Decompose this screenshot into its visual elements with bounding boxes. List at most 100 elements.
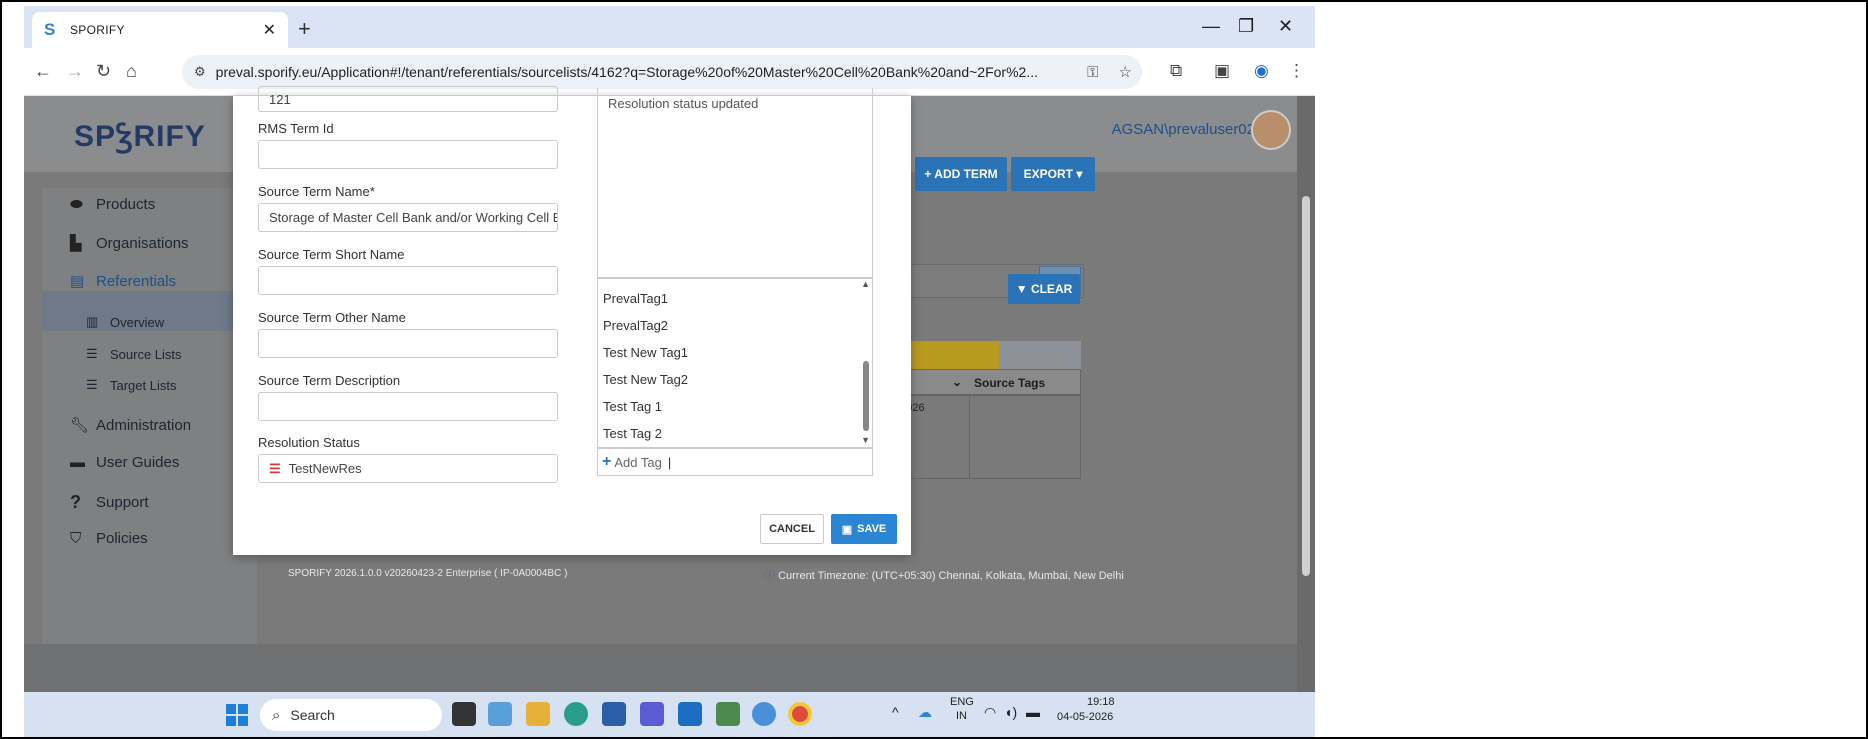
address-bar[interactable]: ⚙ preval.sporify.eu/Application#!/tenant…: [182, 55, 1142, 89]
scroll-up-icon[interactable]: ▲: [861, 279, 870, 289]
shield-icon: ⛉: [70, 530, 82, 547]
url-text: preval.sporify.eu/Application#!/tenant/r…: [215, 64, 1038, 80]
sidebar-item-user-guides[interactable]: ▬ User Guides: [70, 454, 179, 471]
site-info-icon[interactable]: ⚙: [194, 64, 206, 80]
new-tab-button[interactable]: +: [298, 16, 311, 42]
tag-item[interactable]: PrevalTag2: [603, 318, 668, 333]
lang-indicator[interactable]: ENG: [950, 696, 974, 708]
rms-term-id-label: RMS Term Id: [258, 121, 334, 136]
book-icon: ▬: [70, 454, 85, 471]
browser-tab-bar: S SPORIFY ✕ + — ❐ ✕: [24, 6, 1315, 48]
app-footer: [24, 644, 1315, 692]
add-term-button[interactable]: + ADD TERM: [915, 157, 1007, 191]
sidebar-item-administration[interactable]: 🔧︎ Administration: [70, 416, 191, 435]
window-close-icon[interactable]: ✕: [1278, 16, 1293, 37]
tray-chevron-icon[interactable]: ^: [892, 704, 899, 720]
forward-icon[interactable]: →: [66, 61, 84, 82]
restore-icon[interactable]: ❐: [1238, 16, 1254, 37]
outer-frame: S SPORIFY ✕ + — ❐ ✕ ← → ↻ ⌂ ⚙ preval.spo…: [0, 0, 1868, 739]
sidebar-item-label: User Guides: [96, 454, 180, 471]
chrome-icon[interactable]: [788, 702, 812, 726]
edge-icon[interactable]: [564, 702, 588, 726]
menu-kebab-icon[interactable]: ⋮: [1288, 61, 1305, 81]
save-button[interactable]: ▣ SAVE: [831, 514, 897, 544]
minimize-icon[interactable]: —: [1202, 16, 1220, 37]
info-icon: ⓘ: [764, 570, 779, 582]
source-term-name-label: Source Term Name*: [258, 184, 375, 199]
volume-icon[interactable]: ◖): [1004, 704, 1017, 720]
sidebar-item-label: Policies: [96, 530, 148, 547]
sidebar-subitem-overview[interactable]: ▥ Overview: [86, 314, 164, 330]
taskbar-search[interactable]: ⌕ Search: [260, 699, 442, 731]
bookmark-star-icon[interactable]: ☆: [1119, 63, 1132, 81]
tag-item[interactable]: PrevalTag1: [603, 291, 668, 306]
comment-text: Resolution status updated: [608, 96, 759, 111]
wifi-icon[interactable]: ◠: [984, 704, 996, 721]
comment-textarea[interactable]: Resolution status updated: [597, 88, 873, 278]
password-key-icon[interactable]: ⚿: [1087, 64, 1098, 81]
sporify-logo: SPꝢRIFY: [74, 120, 206, 153]
extensions-icon[interactable]: ⧉: [1170, 61, 1182, 81]
add-tag-input[interactable]: + Add Tag |: [597, 448, 873, 476]
top-field[interactable]: 121: [258, 86, 558, 112]
sidebar-subitem-label: Overview: [110, 314, 165, 330]
tag-item[interactable]: Test Tag 1: [603, 399, 662, 414]
status-bar-grey: [999, 341, 1081, 369]
sidebar-item-label: Referentials: [96, 272, 177, 290]
tag-item[interactable]: Test Tag 2: [603, 426, 662, 441]
other-name-field[interactable]: [258, 329, 558, 358]
windows-start-icon[interactable]: [226, 704, 248, 726]
copilot-icon[interactable]: [488, 702, 512, 726]
short-name-field[interactable]: [258, 266, 558, 295]
tag-item[interactable]: Test New Tag2: [603, 372, 688, 387]
home-icon[interactable]: ⌂: [126, 61, 137, 82]
scroll-down-icon[interactable]: ▼: [861, 435, 870, 445]
sidebar-item-referentials[interactable]: ▤ Referentials: [70, 272, 177, 291]
chart-icon: ▥: [86, 314, 99, 329]
tag-item[interactable]: Test New Tag1: [603, 345, 688, 360]
app-icon[interactable]: [716, 702, 740, 726]
tag-scrollbar-thumb[interactable]: [863, 361, 869, 431]
task-view-icon[interactable]: [452, 702, 476, 726]
sidebar-item-policies[interactable]: ⛉ Policies: [70, 530, 148, 547]
onedrive-icon[interactable]: ☁: [918, 704, 932, 721]
reload-icon[interactable]: ↻: [96, 61, 111, 82]
teams-icon[interactable]: [640, 702, 664, 726]
outlook-icon[interactable]: [678, 702, 702, 726]
file-explorer-icon[interactable]: [526, 702, 550, 726]
clear-filter-button[interactable]: ▼ CLEAR: [1008, 274, 1080, 304]
source-term-name-field[interactable]: Storage of Master Cell Bank and/or Worki…: [258, 203, 558, 232]
reading-mode-icon[interactable]: ▣: [1214, 61, 1230, 81]
cancel-button[interactable]: CANCEL: [760, 514, 824, 544]
sidebar-item-support[interactable]: ? Support: [70, 492, 149, 513]
browser-tab[interactable]: S SPORIFY ✕: [32, 12, 288, 48]
avatar[interactable]: [1251, 110, 1291, 150]
sidebar-item-products[interactable]: ⬬ Products: [70, 196, 155, 213]
clock-time[interactable]: 19:18: [1087, 696, 1115, 708]
rms-term-id-field[interactable]: [258, 140, 558, 169]
store-icon[interactable]: [602, 702, 626, 726]
tab-close-icon[interactable]: ✕: [263, 20, 276, 40]
user-name[interactable]: AGSAN\prevaluser02: [1112, 121, 1255, 138]
plus-icon: +: [602, 453, 612, 470]
lang-region[interactable]: IN: [956, 710, 967, 722]
page-scrollbar-thumb[interactable]: [1302, 196, 1310, 576]
clock-date[interactable]: 04-05-2026: [1057, 711, 1113, 723]
chevron-down-icon[interactable]: ⌄: [952, 375, 962, 389]
sidebar-subitem-source-lists[interactable]: ☰ Source Lists: [86, 346, 182, 362]
back-icon[interactable]: ←: [34, 61, 52, 82]
azure-icon[interactable]: [752, 702, 776, 726]
column-source-tags[interactable]: Source Tags: [974, 376, 1045, 390]
clear-label: CLEAR: [1030, 282, 1073, 296]
description-field[interactable]: [258, 392, 558, 421]
resolution-status-select[interactable]: ☰ TestNewRes: [258, 454, 558, 483]
filter-icon: ▼: [1015, 282, 1031, 296]
profile-icon[interactable]: ◉: [1254, 61, 1269, 81]
sidebar-subitem-target-lists[interactable]: ☰ Target Lists: [86, 377, 176, 393]
list-icon: ☰: [86, 346, 98, 361]
tag-list[interactable]: PrevalTag1 PrevalTag2 Test New Tag1 Test…: [597, 278, 873, 448]
battery-icon[interactable]: ▬: [1026, 704, 1040, 720]
add-tag-placeholder: Add Tag: [614, 454, 662, 470]
export-button[interactable]: EXPORT ▾: [1011, 157, 1095, 191]
sidebar-item-organisations[interactable]: ▙ Organisations: [70, 234, 189, 253]
